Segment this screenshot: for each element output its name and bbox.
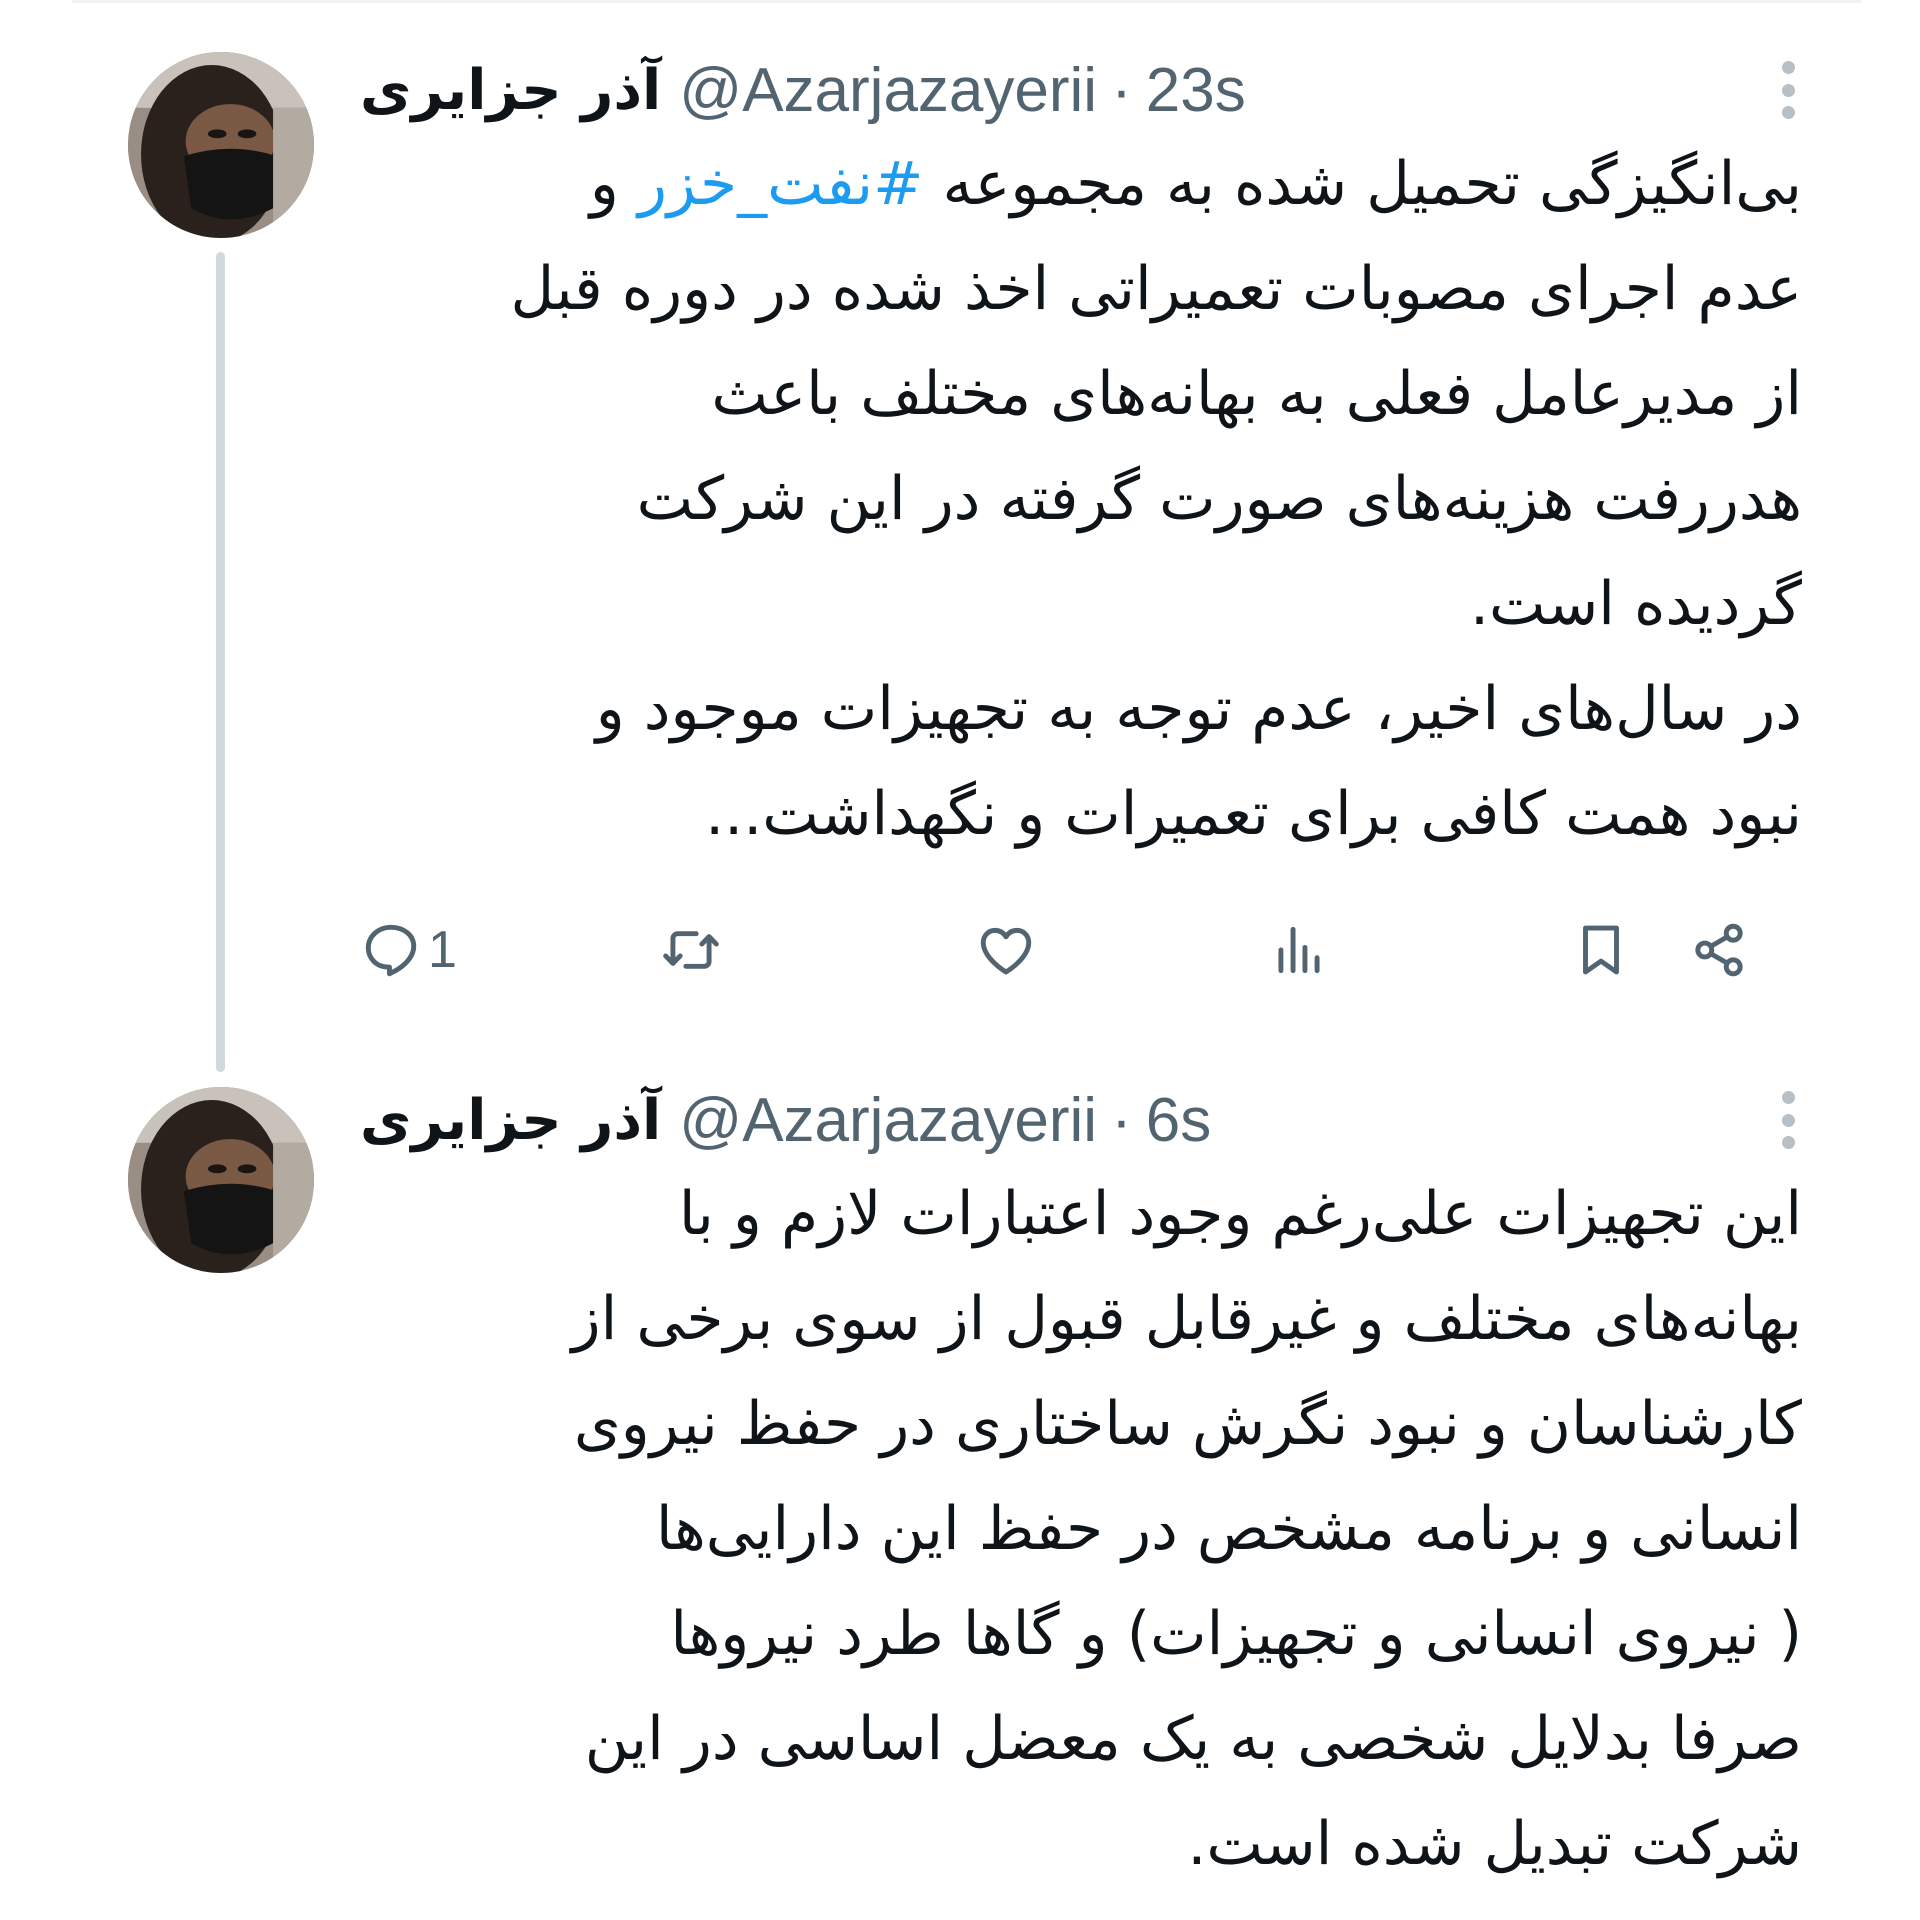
tweet-text-line: شرکت تبدیل شده است. [1187,1809,1802,1879]
retweet-icon [663,931,719,969]
tweet-text-line: در سال‌های اخیر، عدم توجه به تجهیزات موج… [595,674,1802,744]
share-icon [1695,923,1743,977]
tweet-text-line: صرفا بدلایل شخصی به یک معضل اساسی در این [584,1704,1802,1774]
tweet-text: این تجهیزات علی‌رغم وجود اعتبارات لازم و… [350,1162,1802,1897]
more-options-icon[interactable] [1768,55,1808,125]
text-segment: بی‌انگیزگی تحمیل شده به مجموعه [923,149,1802,219]
reply-button[interactable]: 1 [360,910,457,990]
tweet-text-line: بهانه‌های مختلف و غیرقابل قبول از سوی بر… [571,1284,1802,1354]
tweet-text-line: عدم اجرای مصوبات تعمیراتی اخذ شده در دور… [510,254,1802,324]
tweet-text-line: کارشناسان و نبود نگرش ساختاری در حفظ نیر… [573,1389,1802,1459]
display-name[interactable]: آذر جزایری [360,1088,661,1153]
tweet-text-line: انسانی و برنامه مشخص در حفظ این دارایی‌ه… [655,1494,1802,1564]
timestamp[interactable]: 6s [1146,1085,1211,1156]
views-button[interactable] [1268,910,1330,990]
avatar[interactable] [128,52,314,238]
tweet-text-line: ( نیروی انسانی و تجهیزات) و گاها طرد نیر… [670,1599,1802,1669]
top-divider [72,0,1862,3]
text-segment: و [589,149,638,219]
timestamp[interactable]: 23s [1146,55,1246,126]
user-handle[interactable]: @Azarjazayerii [679,1085,1097,1156]
tweet-text-line: نبود همت کافی برای تعمیرات و نگهداشت... [705,779,1802,849]
separator-dot: · [1111,1085,1132,1155]
share-button[interactable] [1688,910,1750,990]
thread-connector-line [216,252,225,1072]
hashtag-link[interactable]: #نفت_خزر [638,149,923,219]
tweet-text-line: گردیده است. [1469,569,1802,639]
tweet-actions-bar: 1 [360,910,1780,990]
reply-count: 1 [428,921,457,979]
like-button[interactable] [975,910,1037,990]
avatar[interactable] [128,1087,314,1273]
separator-dot: · [1111,55,1132,125]
avatar-photo [128,1087,314,1273]
tweet-text-line: این تجهیزات علی‌رغم وجود اعتبارات لازم و… [678,1179,1802,1249]
more-options-icon[interactable] [1768,1085,1808,1155]
retweet-button[interactable] [660,910,722,990]
display-name[interactable]: آذر جزایری [360,58,661,123]
tweet-header: آذر جزایری @Azarjazayerii · 23s [360,45,1808,135]
reply-icon [365,924,417,977]
user-handle[interactable]: @Azarjazayerii [679,55,1097,126]
views-icon [1278,926,1320,974]
tweet-text-line: بی‌انگیزگی تحمیل شده به مجموعه #نفت_خزر … [350,132,1802,237]
tweet-thread-screen: آذر جزایری @Azarjazayerii · 23s بی‌انگیز… [0,0,1920,1920]
heart-icon [980,927,1032,975]
tweet-header: آذر جزایری @Azarjazayerii · 6s [360,1075,1808,1165]
tweet-text: بی‌انگیزگی تحمیل شده به مجموعه #نفت_خزر … [350,132,1802,867]
avatar-photo [128,52,314,238]
tweet-text-line: از مدیرعامل فعلی به بهانه‌های مختلف باعث [711,359,1802,429]
bookmark-button[interactable] [1570,910,1632,990]
bookmark-icon [1583,925,1619,975]
tweet-text-line: هدررفت هزینه‌های صورت گرفته در این شرکت [636,464,1802,534]
